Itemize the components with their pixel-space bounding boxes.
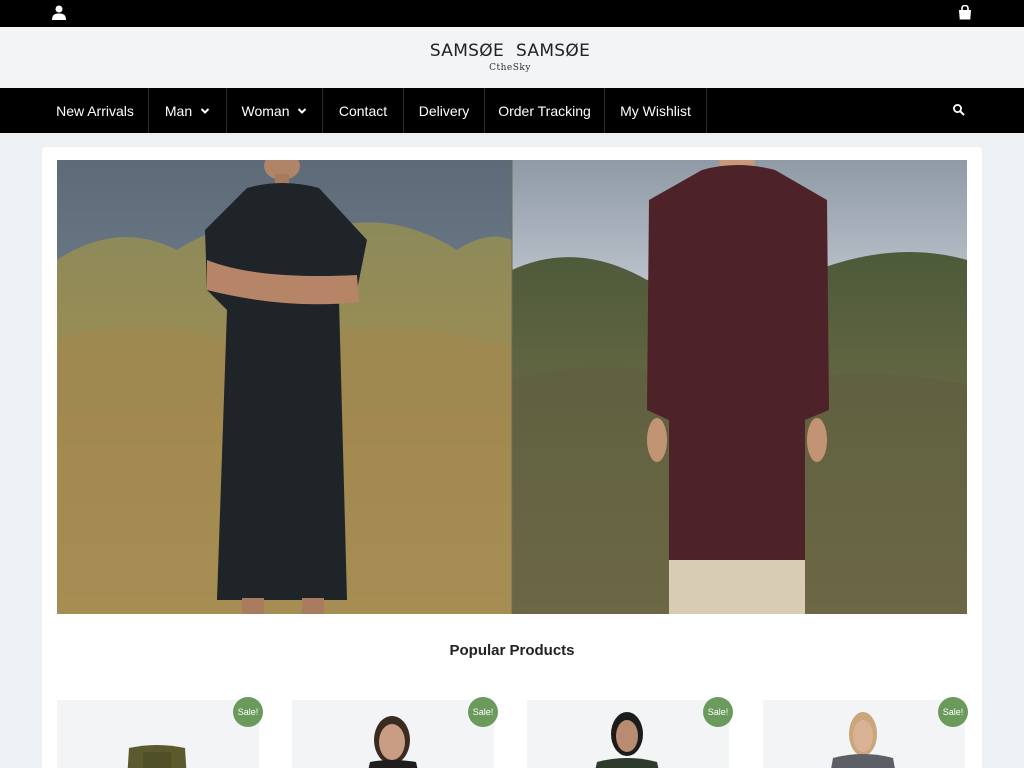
nav-item-delivery[interactable]: Delivery	[404, 88, 485, 133]
sale-badge: Sale!	[938, 697, 968, 727]
product-image	[595, 712, 659, 768]
product-image	[368, 716, 418, 768]
nav-item-new-arrivals[interactable]: New Arrivals	[42, 88, 149, 133]
top-bar	[0, 0, 1024, 27]
nav-item-label: Man	[164, 102, 193, 119]
product-image	[831, 712, 895, 768]
chevron-down-icon	[200, 107, 210, 114]
brand-bar: SAMSØE SAMSØE CtheSky	[0, 27, 1024, 88]
product-card[interactable]	[763, 700, 965, 768]
logo-text-left: SAMSØE	[429, 41, 504, 61]
nav-item-label: Order Tracking	[498, 102, 591, 119]
logo-tagline: CtheSky	[489, 63, 531, 73]
nav-item-contact[interactable]: Contact	[323, 88, 404, 133]
search-icon[interactable]	[952, 103, 966, 117]
product-card[interactable]	[292, 700, 494, 768]
site-logo[interactable]: SAMSØE SAMSØE CtheSky	[429, 40, 591, 80]
sale-badge: Sale!	[703, 697, 733, 727]
nav-item-my-wishlist[interactable]: My Wishlist	[605, 88, 707, 133]
user-icon[interactable]	[52, 5, 66, 20]
product-card[interactable]	[527, 700, 729, 768]
product-card[interactable]	[57, 700, 259, 768]
hero-banner[interactable]	[57, 160, 967, 614]
sale-badge: Sale!	[468, 697, 498, 727]
nav-item-label: My Wishlist	[620, 102, 691, 119]
nav-item-woman[interactable]: Woman	[227, 88, 323, 133]
logo-text-right: SAMSØE	[516, 41, 591, 61]
nav-item-man[interactable]: Man	[149, 88, 227, 133]
nav-item-label: New Arrivals	[56, 102, 134, 119]
shopping-bag-icon[interactable]	[958, 5, 972, 20]
main-navigation: New Arrivals Man Woman Contact Delivery …	[0, 88, 1024, 133]
hero-image	[57, 160, 967, 614]
nav-item-label: Contact	[338, 102, 388, 119]
nav-item-label: Woman	[241, 102, 290, 119]
product-image	[127, 745, 187, 768]
section-title: Popular Products	[449, 642, 575, 659]
nav-item-order-tracking[interactable]: Order Tracking	[485, 88, 605, 133]
nav-item-label: Delivery	[418, 102, 470, 119]
chevron-down-icon	[298, 107, 307, 114]
sale-badge: Sale!	[233, 697, 263, 727]
